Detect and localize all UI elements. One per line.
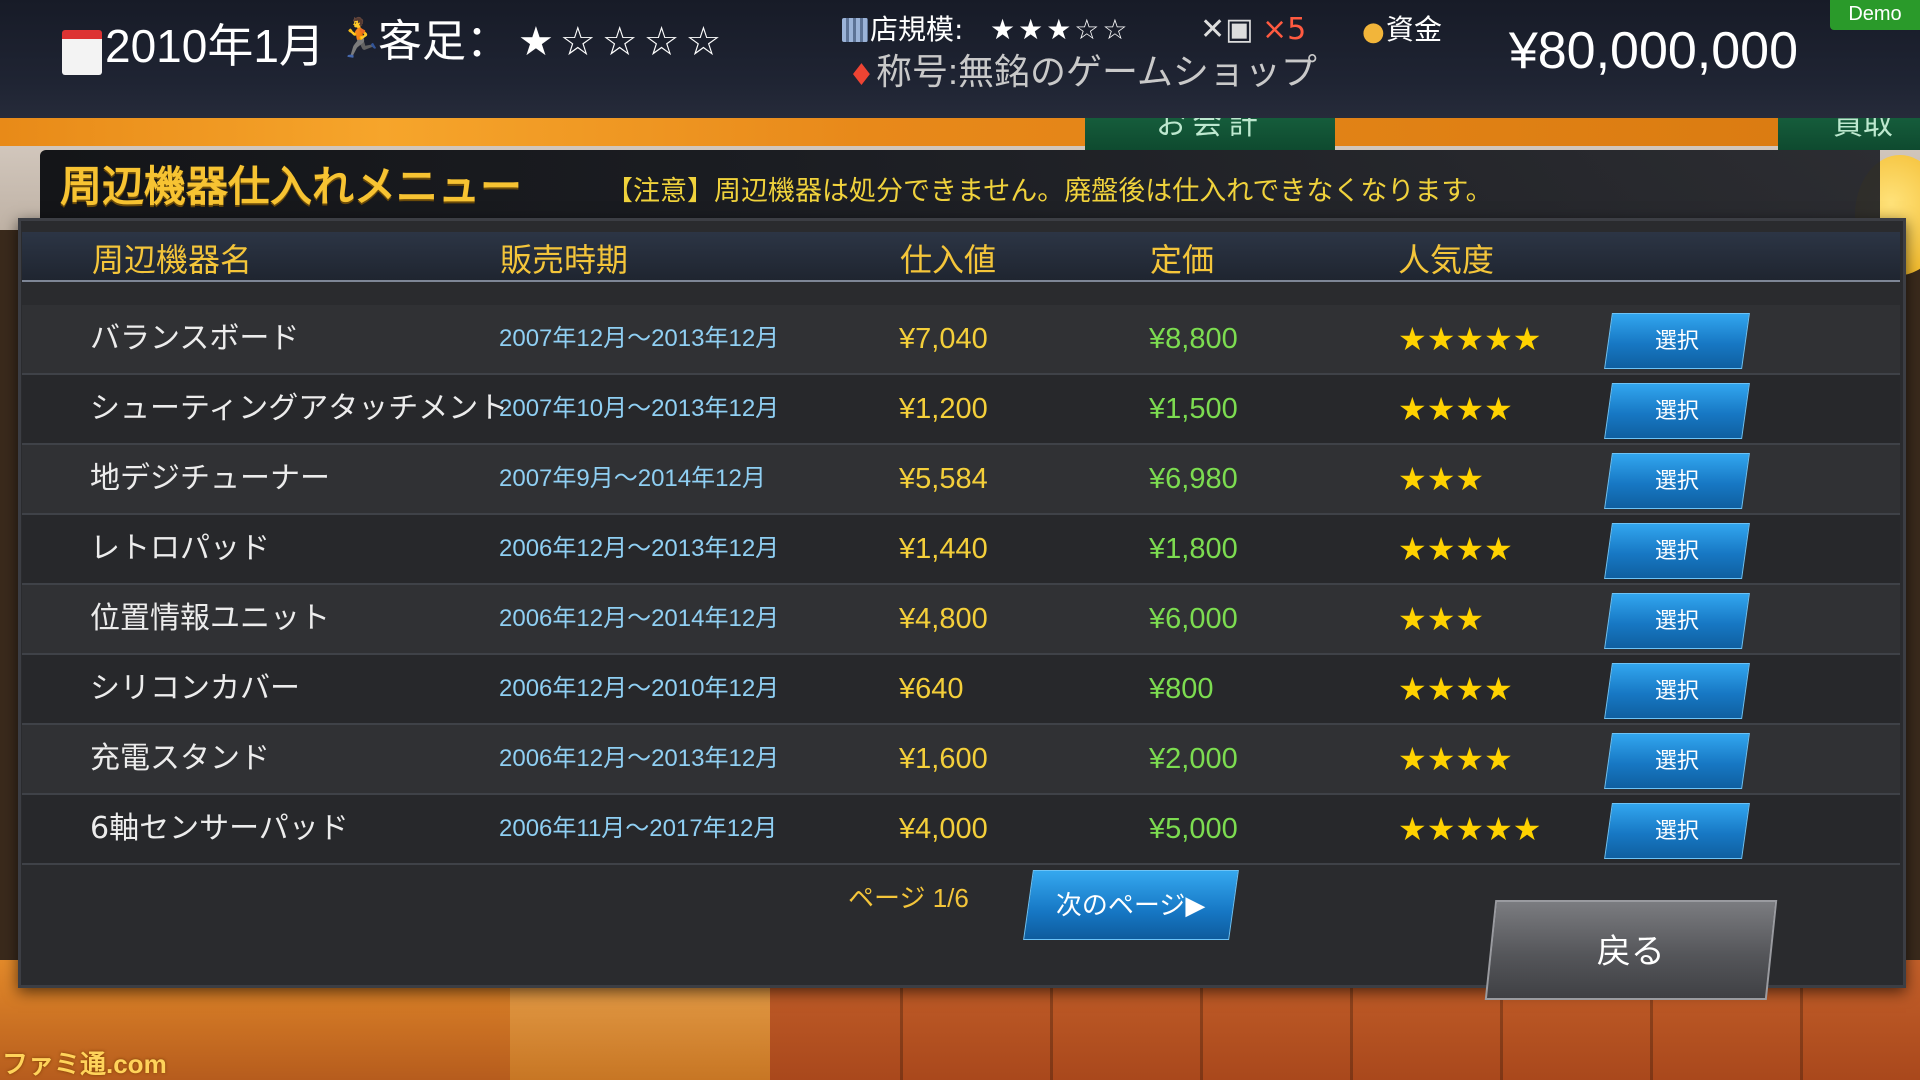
table-row: 6軸センサーパッド 2006年11月～2017年12月 ¥4,000 ¥5,00…: [22, 795, 1900, 865]
table-row: レトロパッド 2006年12月～2013年12月 ¥1,440 ¥1,800 ★…: [22, 515, 1900, 585]
column-header-cost: 仕入値: [900, 241, 997, 279]
sale-period: 2006年12月～2013年12月: [499, 745, 780, 772]
select-button-label: 選択: [1654, 539, 1699, 564]
calendar-icon: [62, 30, 102, 75]
select-button[interactable]: 選択: [1604, 383, 1750, 439]
money-bag-icon: ●: [1362, 17, 1385, 47]
popularity-stars: ★★★: [1398, 600, 1485, 638]
purchase-cost: ¥1,200: [899, 393, 988, 425]
list-price: ¥2,000: [1149, 743, 1238, 775]
funds-amount: ¥80,000,000: [1508, 22, 1798, 80]
purchase-cost: ¥1,600: [899, 743, 988, 775]
table-row: 位置情報ユニット 2006年12月～2014年12月 ¥4,800 ¥6,000…: [22, 585, 1900, 655]
list-price: ¥800: [1149, 673, 1214, 705]
popularity-stars: ★★★★: [1398, 530, 1513, 568]
peripheral-name: 充電スタンド: [90, 741, 270, 776]
next-page-label: 次のページ▶: [1056, 891, 1206, 921]
medal-icon: ♦: [848, 58, 875, 93]
select-button-label: 選択: [1654, 469, 1699, 494]
table-row: シリコンカバー 2006年12月～2010年12月 ¥640 ¥800 ★★★★…: [22, 655, 1900, 725]
shop-scale-rating: ★★★☆☆: [990, 13, 1131, 46]
peripheral-name: バランスボード: [90, 321, 300, 356]
shop-building-icon: [842, 18, 868, 42]
select-button[interactable]: 選択: [1604, 663, 1750, 719]
runner-icon: 🏃: [336, 16, 384, 60]
popularity-stars: ★★★★: [1398, 390, 1513, 428]
status-hud: 2010年1月 🏃 客足： ★☆☆☆☆ 店規模: ★★★☆☆ ✕▣ ×5 ● 資…: [0, 0, 1920, 118]
sale-period: 2007年12月～2013年12月: [499, 325, 780, 352]
sale-period: 2007年9月～2014年12月: [499, 465, 766, 492]
select-button-label: 選択: [1654, 679, 1699, 704]
list-price: ¥1,800: [1149, 533, 1238, 565]
table-row: バランスボード 2007年12月～2013年12月 ¥7,040 ¥8,800 …: [22, 305, 1900, 375]
select-button-label: 選択: [1654, 399, 1699, 424]
back-button[interactable]: 戻る: [1484, 900, 1778, 1000]
store-shelf: [0, 118, 1920, 146]
customers-rating: ★☆☆☆☆: [518, 19, 728, 65]
select-button-label: 選択: [1654, 609, 1699, 634]
select-button[interactable]: 選択: [1604, 733, 1750, 789]
select-button-label: 選択: [1654, 749, 1699, 774]
sale-period: 2006年12月～2010年12月: [499, 675, 780, 702]
select-button[interactable]: 選択: [1604, 593, 1750, 649]
customers-label: 客足：: [378, 17, 510, 66]
popularity-stars: ★★★★: [1398, 670, 1513, 708]
peripheral-name: 地デジチューナー: [90, 461, 330, 496]
popularity-stars: ★★★★★: [1398, 320, 1542, 358]
peripheral-name: シューティングアタッチメント: [90, 391, 509, 426]
purchase-cost: ¥4,000: [899, 813, 988, 845]
purchase-cost: ¥4,800: [899, 603, 988, 635]
table-row: 充電スタンド 2006年12月～2013年12月 ¥1,600 ¥2,000 ★…: [22, 725, 1900, 795]
column-header-name: 周辺機器名: [92, 241, 253, 279]
tools-icon: ✕▣: [1200, 12, 1254, 47]
shop-scale-label: 店規模:: [870, 13, 964, 46]
peripheral-name: レトロパッド: [90, 531, 270, 566]
list-price: ¥5,000: [1149, 813, 1238, 845]
sale-period: 2006年12月～2014年12月: [499, 605, 780, 632]
back-button-label: 戻る: [1596, 932, 1665, 972]
select-button[interactable]: 選択: [1604, 453, 1750, 509]
panel-notice: 【注意】周辺機器は処分できません。廃盤後は仕入れできなくなります。: [606, 176, 1493, 207]
panel-title: 周辺機器仕入れメニュー: [60, 162, 523, 211]
column-header-popularity: 人気度: [1398, 241, 1495, 279]
select-button-label: 選択: [1654, 329, 1699, 354]
list-price: ¥6,000: [1149, 603, 1238, 635]
next-page-button[interactable]: 次のページ▶: [1023, 870, 1239, 940]
list-price: ¥6,980: [1149, 463, 1238, 495]
peripheral-name: 位置情報ユニット: [90, 601, 330, 636]
sale-period: 2007年10月～2013年12月: [499, 395, 780, 422]
select-button[interactable]: 選択: [1604, 523, 1750, 579]
table-row: 地デジチューナー 2007年9月～2014年12月 ¥5,584 ¥6,980 …: [22, 445, 1900, 515]
list-price: ¥8,800: [1149, 323, 1238, 355]
column-header-period: 販売時期: [500, 241, 629, 279]
popularity-stars: ★★★★★: [1398, 810, 1542, 848]
watermark-logo: ファミ通.com: [2, 1049, 167, 1079]
purchase-cost: ¥1,440: [899, 533, 988, 565]
purchase-cost: ¥640: [899, 673, 964, 705]
column-header-price: 定価: [1150, 241, 1215, 279]
select-button[interactable]: 選択: [1604, 313, 1750, 369]
page-indicator: ページ 1/6: [848, 883, 969, 913]
select-button-label: 選択: [1654, 819, 1699, 844]
shop-title: 称号:無銘のゲームショップ: [876, 51, 1317, 92]
current-date: 2010年1月: [105, 20, 325, 72]
list-price: ¥1,500: [1149, 393, 1238, 425]
sale-period: 2006年12月～2013年12月: [499, 535, 780, 562]
table-row: シューティングアタッチメント 2007年10月～2013年12月 ¥1,200 …: [22, 375, 1900, 445]
popularity-stars: ★★★: [1398, 460, 1485, 498]
peripheral-name: 6軸センサーパッド: [90, 811, 349, 846]
tools-count: ×5: [1262, 12, 1307, 47]
purchase-cost: ¥7,040: [899, 323, 988, 355]
sale-period: 2006年11月～2017年12月: [499, 815, 778, 842]
select-button[interactable]: 選択: [1604, 803, 1750, 859]
purchase-cost: ¥5,584: [899, 463, 988, 495]
demo-badge: Demo: [1830, 0, 1920, 30]
peripheral-name: シリコンカバー: [90, 671, 300, 706]
funds-label: 資金: [1386, 13, 1443, 46]
popularity-stars: ★★★★: [1398, 740, 1513, 778]
